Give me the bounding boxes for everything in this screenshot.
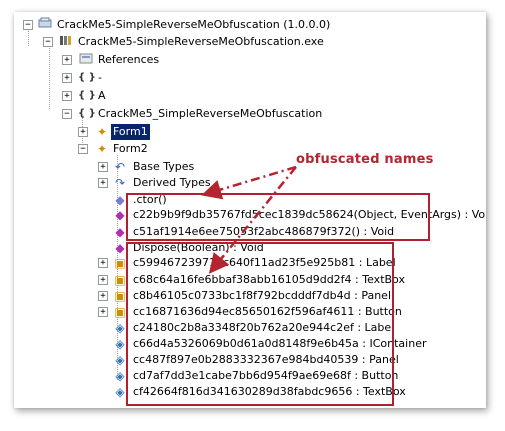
annotation-arrows [201,165,297,274]
tree-view-panel: − CrackMe5-SimpleReverseMeObfuscation (1… [14,12,486,408]
arrow-to-fields [208,166,297,274]
arrow-to-methods [201,165,297,200]
